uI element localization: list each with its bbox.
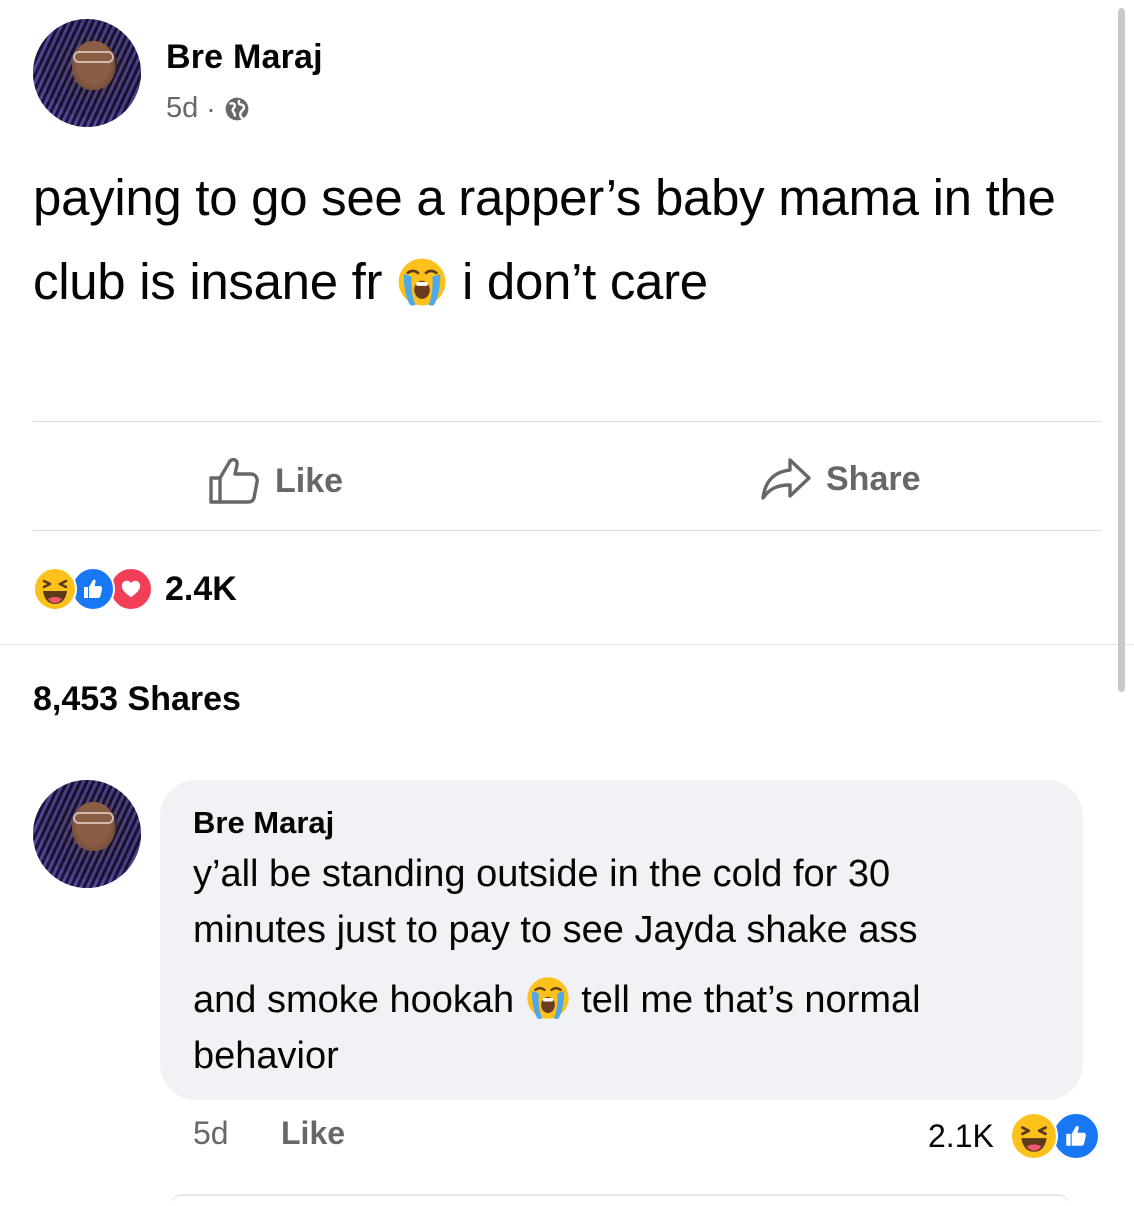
reaction-count: 2.4K: [165, 569, 237, 608]
like-button[interactable]: Like: [207, 456, 343, 506]
author-avatar[interactable]: [33, 19, 141, 127]
laughing-face-icon: [1009, 1112, 1058, 1160]
share-button-label: Share: [826, 459, 921, 498]
love-heart-icon: [109, 567, 153, 611]
comment-time[interactable]: 5d: [193, 1115, 229, 1152]
divider-bottom: [33, 530, 1102, 531]
comment-reactions[interactable]: 2.1K: [928, 1112, 1100, 1160]
post-text-end: i don’t care: [462, 253, 708, 310]
reactions-summary[interactable]: 2.4K: [33, 567, 237, 611]
comment-line-text: tell me that’s normal: [581, 979, 921, 1021]
divider-top: [33, 421, 1102, 422]
commenter-avatar[interactable]: [33, 780, 141, 888]
next-comment-peek: [170, 1194, 1070, 1206]
comment-text: y’all be standing outside in the cold fo…: [193, 846, 1063, 1084]
post-meta: 5d ·: [166, 92, 250, 125]
post-author-name[interactable]: Bre Maraj: [166, 38, 323, 77]
meta-separator: ·: [206, 92, 216, 124]
comment-line: behavior: [193, 1035, 339, 1077]
like-button-label: Like: [275, 461, 344, 500]
scrollbar[interactable]: [1118, 8, 1125, 692]
comment-reaction-count: 2.1K: [928, 1117, 994, 1154]
globe-icon: [225, 97, 248, 120]
comment-line: and smoke hookah tell me that’s normal: [193, 972, 921, 1028]
avatar-glasses: [72, 812, 114, 825]
comment-line: y’all be standing outside in the cold fo…: [193, 853, 891, 895]
loudly-crying-face-icon: [526, 977, 569, 1019]
avatar-glasses: [72, 51, 114, 64]
post-text: paying to go see a rapper’s baby mama in…: [33, 156, 1103, 324]
post-time[interactable]: 5d: [166, 92, 198, 125]
like-thumb-icon: [1051, 1112, 1100, 1160]
share-button[interactable]: Share: [760, 456, 921, 502]
laughing-face-icon: [33, 567, 77, 611]
avatar-face: [71, 40, 116, 91]
comment-like-button[interactable]: Like: [281, 1115, 345, 1152]
comment-author-name[interactable]: Bre Maraj: [193, 805, 334, 841]
loudly-crying-face-icon: [398, 258, 446, 305]
comment-line-text: and smoke hookah: [193, 979, 515, 1021]
section-divider: [0, 644, 1134, 645]
share-arrow-icon: [761, 458, 811, 500]
avatar-face: [71, 801, 116, 852]
comment-line: minutes just to pay to see Jayda shake a…: [193, 909, 918, 951]
shares-count[interactable]: 8,453 Shares: [33, 680, 241, 719]
like-thumb-icon: [71, 567, 115, 611]
like-thumb-outline-icon: [209, 457, 259, 504]
